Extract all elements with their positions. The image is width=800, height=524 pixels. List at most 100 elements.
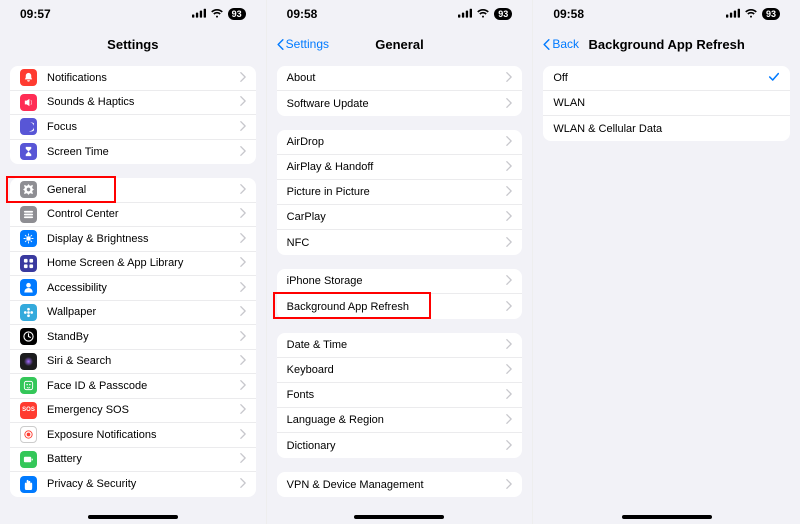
row-screen-time[interactable]: Screen Time — [10, 140, 256, 165]
row-face-id-passcode[interactable]: Face ID & Passcode — [10, 374, 256, 399]
chevron-right-icon — [240, 428, 246, 442]
row-label: StandBy — [47, 331, 240, 343]
row-label: General — [47, 184, 240, 196]
grid-icon — [20, 255, 37, 272]
row-battery[interactable]: Battery — [10, 448, 256, 473]
chevron-right-icon — [240, 95, 246, 109]
status-indicators: 93 — [726, 7, 780, 21]
chevron-right-icon — [240, 232, 246, 246]
battery-icon — [20, 451, 37, 468]
row-language-region[interactable]: Language & Region — [277, 408, 523, 433]
chevron-right-icon — [240, 120, 246, 134]
row-siri-search[interactable]: Siri & Search — [10, 350, 256, 375]
nav-bar: BackBackground App Refresh — [533, 28, 800, 60]
row-general[interactable]: General — [10, 178, 256, 203]
row-airplay-handoff[interactable]: AirPlay & Handoff — [277, 155, 523, 180]
face-icon — [20, 377, 37, 394]
row-label: iPhone Storage — [287, 275, 507, 287]
chevron-right-icon — [506, 363, 512, 377]
signal-icon — [458, 7, 472, 21]
row-off[interactable]: Off — [543, 66, 790, 91]
person-icon — [20, 279, 37, 296]
row-label: About — [287, 72, 507, 84]
row-standby[interactable]: StandBy — [10, 325, 256, 350]
chevron-right-icon — [240, 281, 246, 295]
row-label: CarPlay — [287, 211, 507, 223]
row-background-app-refresh[interactable]: Background App Refresh — [277, 294, 523, 319]
chevron-right-icon — [506, 274, 512, 288]
home-indicator[interactable] — [622, 515, 712, 519]
row-label: Notifications — [47, 72, 240, 84]
row-label: Battery — [47, 453, 240, 465]
row-label: Emergency SOS — [47, 404, 240, 416]
row-label: Control Center — [47, 208, 240, 220]
row-keyboard[interactable]: Keyboard — [277, 358, 523, 383]
row-picture-in-picture[interactable]: Picture in Picture — [277, 180, 523, 205]
page-title: General — [375, 37, 423, 52]
row-label: Sounds & Haptics — [47, 96, 240, 108]
status-bar: 09:58 93 — [267, 0, 533, 28]
row-exposure-notifications[interactable]: Exposure Notifications — [10, 423, 256, 448]
row-label: Display & Brightness — [47, 233, 240, 245]
back-button[interactable]: Settings — [277, 37, 329, 51]
chevron-right-icon — [506, 413, 512, 427]
row-notifications[interactable]: Notifications — [10, 66, 256, 91]
row-privacy-security[interactable]: Privacy & Security — [10, 472, 256, 497]
nav-bar: Settings — [0, 28, 266, 60]
chevron-right-icon — [506, 71, 512, 85]
chevron-right-icon — [240, 354, 246, 368]
chevron-right-icon — [240, 71, 246, 85]
row-label: Home Screen & App Library — [47, 257, 240, 269]
signal-icon — [726, 7, 740, 21]
row-airdrop[interactable]: AirDrop — [277, 130, 523, 155]
status-bar: 09:57 93 — [0, 0, 266, 28]
settings-group: iPhone Storage Background App Refresh — [277, 269, 523, 319]
bell-icon — [20, 69, 37, 86]
chevron-right-icon — [240, 403, 246, 417]
row-date-time[interactable]: Date & Time — [277, 333, 523, 358]
back-button[interactable]: Back — [543, 37, 579, 51]
chevron-right-icon — [506, 338, 512, 352]
chevron-right-icon — [240, 330, 246, 344]
hourglass-icon — [20, 143, 37, 160]
row-accessibility[interactable]: Accessibility — [10, 276, 256, 301]
row-iphone-storage[interactable]: iPhone Storage — [277, 269, 523, 294]
row-software-update[interactable]: Software Update — [277, 91, 523, 116]
flower-icon — [20, 304, 37, 321]
row-label: Accessibility — [47, 282, 240, 294]
settings-group: VPN & Device Management — [277, 472, 523, 497]
row-wlan-cellular-data[interactable]: WLAN & Cellular Data — [543, 116, 790, 141]
nav-bar: Settings General — [267, 28, 533, 60]
row-label: Date & Time — [287, 339, 507, 351]
row-wlan[interactable]: WLAN — [543, 91, 790, 116]
row-about[interactable]: About — [277, 66, 523, 91]
row-sounds-haptics[interactable]: Sounds & Haptics — [10, 91, 256, 116]
chevron-right-icon — [240, 477, 246, 491]
row-display-brightness[interactable]: Display & Brightness — [10, 227, 256, 252]
row-vpn-device-management[interactable]: VPN & Device Management — [277, 472, 523, 497]
row-emergency-sos[interactable]: SOS Emergency SOS — [10, 399, 256, 424]
row-home-screen-app-library[interactable]: Home Screen & App Library — [10, 252, 256, 277]
home-indicator[interactable] — [354, 515, 444, 519]
row-label: VPN & Device Management — [287, 479, 507, 491]
chevron-right-icon — [506, 160, 512, 174]
back-label: Back — [552, 37, 579, 51]
chevron-right-icon — [506, 388, 512, 402]
row-label: Focus — [47, 121, 240, 133]
phone-screen-2: 09:58 93 BackBackground App Refresh Off … — [533, 0, 800, 524]
moon-icon — [20, 118, 37, 135]
row-fonts[interactable]: Fonts — [277, 383, 523, 408]
status-time: 09:58 — [287, 7, 318, 21]
row-focus[interactable]: Focus — [10, 115, 256, 140]
row-wallpaper[interactable]: Wallpaper — [10, 301, 256, 326]
row-nfc[interactable]: NFC — [277, 230, 523, 255]
row-label: Keyboard — [287, 364, 507, 376]
battery-indicator: 93 — [228, 8, 246, 20]
battery-indicator: 93 — [762, 8, 780, 20]
row-carplay[interactable]: CarPlay — [277, 205, 523, 230]
chevron-right-icon — [506, 97, 512, 111]
row-dictionary[interactable]: Dictionary — [277, 433, 523, 458]
row-label: Wallpaper — [47, 306, 240, 318]
row-control-center[interactable]: Control Center — [10, 203, 256, 228]
home-indicator[interactable] — [88, 515, 178, 519]
